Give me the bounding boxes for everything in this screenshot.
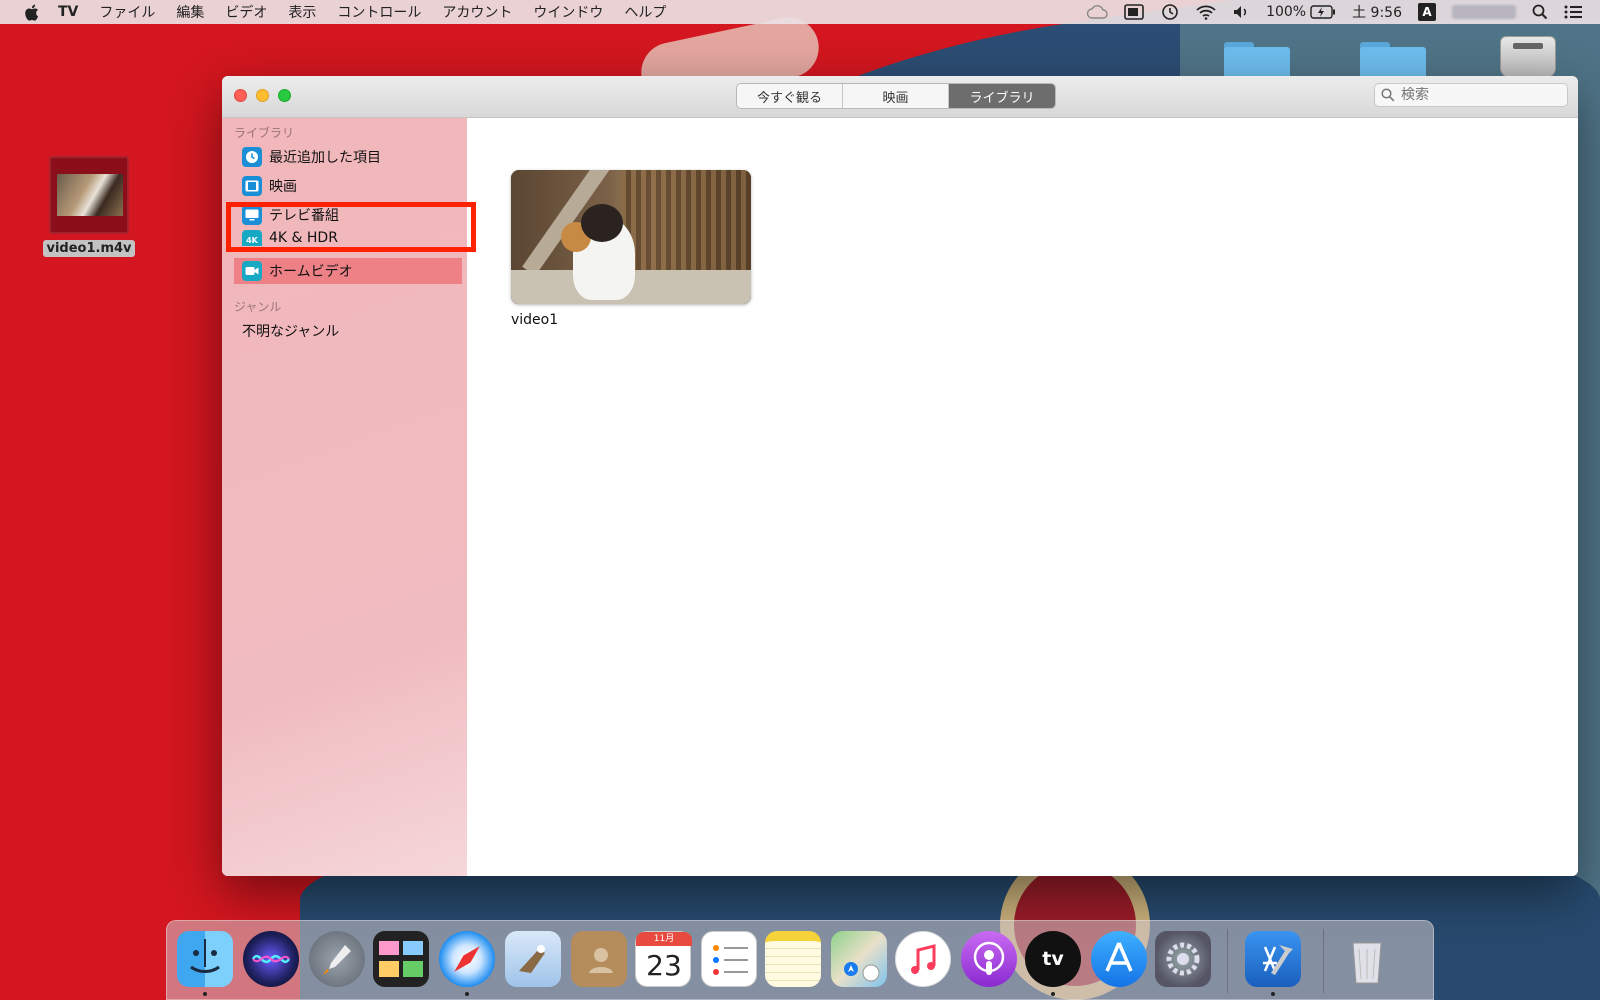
zoom-button[interactable] [278, 89, 291, 102]
sidebar-item-home-videos[interactable]: ホームビデオ [234, 258, 462, 284]
user-name-redaction [1452, 5, 1516, 19]
minimize-button[interactable] [256, 89, 269, 102]
menu-account[interactable]: アカウント [442, 2, 512, 22]
dock-separator [1323, 929, 1324, 993]
menu-edit[interactable]: 編集 [176, 2, 204, 22]
menu-window[interactable]: ウインドウ [533, 2, 603, 22]
calendar-icon[interactable]: 11月 23 [635, 931, 692, 987]
search-input[interactable] [1401, 87, 1561, 103]
sidebar-item-label: ホームビデオ [269, 264, 353, 280]
calendar-month: 11月 [636, 932, 692, 946]
dock: 11月 23 tv [166, 920, 1434, 1000]
running-indicator [1051, 992, 1055, 996]
menu-view[interactable]: 表示 [288, 2, 316, 22]
maps-icon[interactable] [831, 931, 887, 987]
sidebar-item-label: 映画 [269, 179, 297, 195]
icloud-icon[interactable] [1086, 5, 1108, 19]
menu-app-name[interactable]: TV [58, 4, 78, 20]
tab-watch-now[interactable]: 今すぐ観る [737, 84, 843, 108]
drive-slot [1513, 43, 1543, 49]
film-icon [242, 176, 262, 196]
system-preferences-icon[interactable] [1155, 931, 1211, 987]
apple-tv-icon[interactable]: tv [1025, 931, 1081, 987]
mail-icon[interactable] [505, 931, 561, 987]
clock-icon [242, 147, 262, 167]
title-bar: 今すぐ観る 映画 ライブラリ [222, 76, 1578, 118]
annotation-highlight-box [226, 202, 476, 252]
trash-icon[interactable] [1339, 931, 1395, 987]
menu-help[interactable]: ヘルプ [624, 2, 666, 22]
sidebar-item-recently-added[interactable]: 最近追加した項目 [242, 144, 462, 170]
desktop-file-label: video1.m4v [43, 240, 135, 257]
thumb-cat-head [581, 204, 623, 242]
running-indicator [203, 992, 207, 996]
sidebar-item-unknown-genre[interactable]: 不明なジャンル [242, 318, 462, 344]
menu-controls[interactable]: コントロール [337, 2, 421, 22]
sidebar-item-label: 不明なジャンル [242, 324, 340, 340]
battery-charging-icon[interactable] [1310, 5, 1336, 19]
tab-switcher: 今すぐ観る 映画 ライブラリ [736, 83, 1056, 109]
sidebar-section-library: ライブラリ [234, 126, 295, 140]
volume-icon[interactable] [1232, 4, 1250, 20]
sidebar-section-genre: ジャンル [234, 300, 282, 314]
wifi-icon[interactable] [1196, 4, 1216, 20]
close-button[interactable] [234, 89, 247, 102]
xcode-icon[interactable] [1245, 931, 1301, 987]
dock-separator [1227, 929, 1228, 993]
notes-icon[interactable] [765, 931, 821, 987]
video-file-thumbnail [49, 156, 129, 234]
menu-video[interactable]: ビデオ [225, 2, 267, 22]
video-thumbnail[interactable] [511, 170, 751, 304]
reminders-icon[interactable] [701, 931, 757, 987]
sidebar-item-label: 最近追加した項目 [269, 150, 381, 166]
safari-icon[interactable] [439, 931, 495, 987]
search-icon [1381, 88, 1395, 102]
contacts-icon[interactable] [571, 931, 627, 987]
window-controls [234, 89, 300, 102]
battery-percent[interactable]: 100% [1266, 4, 1306, 20]
video-title: video1 [511, 312, 559, 328]
finder-icon[interactable] [177, 931, 233, 987]
launchpad-icon[interactable] [309, 931, 365, 987]
search-field[interactable] [1374, 83, 1568, 107]
apple-tv-label: tv [1025, 931, 1081, 987]
clock-text[interactable]: 土 9:56 [1352, 2, 1402, 22]
tv-app-window: 今すぐ観る 映画 ライブラリ ライブラリ 最近追加した項目 映画 テレ [222, 76, 1578, 876]
user-name-blurred[interactable] [1452, 5, 1516, 19]
siri-icon[interactable] [243, 931, 299, 987]
menu-file[interactable]: ファイル [99, 2, 155, 22]
video-file-preview [57, 174, 123, 216]
calendar-day: 23 [646, 949, 682, 982]
music-icon[interactable] [895, 931, 951, 987]
hard-drive-icon[interactable] [1500, 36, 1556, 78]
desktop-file-video[interactable]: video1.m4v [43, 156, 135, 257]
input-source-icon[interactable]: A [1418, 3, 1436, 21]
apple-menu-icon[interactable] [22, 3, 40, 21]
spotlight-icon[interactable] [1532, 4, 1548, 20]
sidebar-item-movies[interactable]: 映画 [242, 173, 462, 199]
notification-center-icon[interactable] [1564, 5, 1582, 19]
apple-tv-text: tv [1042, 948, 1064, 970]
display-mirror-icon[interactable] [1124, 4, 1144, 20]
running-indicator [465, 992, 469, 996]
app-store-icon[interactable] [1091, 931, 1147, 987]
running-indicator [1271, 992, 1275, 996]
time-machine-icon[interactable] [1160, 3, 1180, 21]
tab-library[interactable]: ライブラリ [949, 84, 1055, 108]
tab-movies[interactable]: 映画 [843, 84, 949, 108]
photo-booth-icon[interactable] [373, 931, 429, 987]
status-area: 100% 土 9:56 A [1070, 0, 1600, 24]
podcasts-icon[interactable] [961, 931, 1017, 987]
video-camera-icon [242, 261, 262, 281]
menu-bar: TV ファイル 編集 ビデオ 表示 コントロール アカウント ウインドウ ヘルプ… [0, 0, 1600, 24]
video-tile[interactable]: video1 [511, 170, 751, 328]
input-source-badge: A [1418, 3, 1436, 21]
library-content: video1 [467, 118, 1578, 876]
